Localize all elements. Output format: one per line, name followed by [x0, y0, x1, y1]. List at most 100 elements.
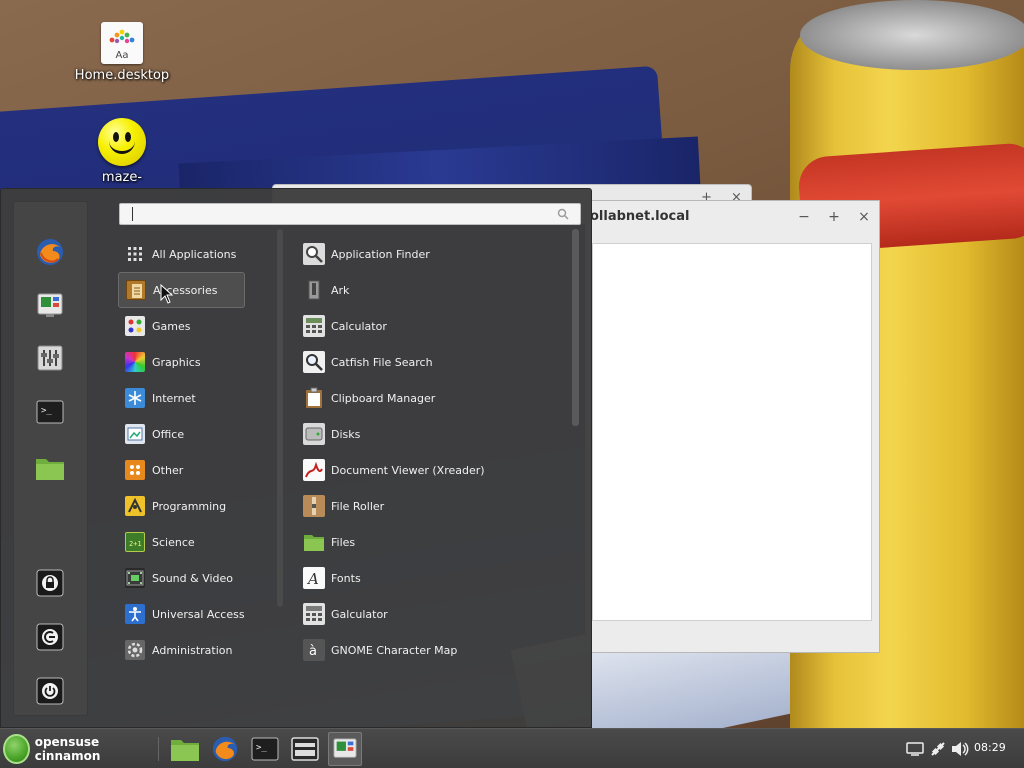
ark-icon: [303, 279, 325, 301]
window-titlebar[interactable]: ollabnet.local − + ×: [586, 201, 879, 233]
lock-screen-button[interactable]: [32, 565, 68, 601]
tray-display[interactable]: [904, 737, 926, 761]
app-character-map[interactable]: à GNOME Character Map: [297, 632, 567, 668]
category-internet[interactable]: Internet: [118, 380, 245, 416]
app-label: Document Viewer (Xreader): [331, 463, 485, 477]
other-icon: [125, 460, 145, 480]
category-universal-access[interactable]: Universal Access: [118, 596, 245, 632]
app-application-finder[interactable]: Application Finder: [297, 236, 567, 272]
category-programming[interactable]: Programming: [118, 488, 245, 524]
category-label: Universal Access: [152, 607, 245, 621]
favorite-files[interactable]: [32, 450, 68, 486]
universal-access-icon: [125, 604, 145, 624]
clipboard-icon: [303, 387, 325, 409]
text-caret: [132, 207, 133, 221]
category-label: Internet: [152, 391, 196, 405]
category-games[interactable]: Games: [118, 308, 245, 344]
shutdown-button[interactable]: [32, 673, 68, 709]
category-label: Administration: [152, 643, 233, 657]
svg-text:A: A: [306, 570, 319, 588]
app-disks[interactable]: Disks: [297, 416, 567, 452]
app-label: File Roller: [331, 499, 385, 513]
app-clipboard-manager[interactable]: Clipboard Manager: [297, 380, 567, 416]
clock[interactable]: 08:29: [974, 741, 1006, 754]
close-button[interactable]: ×: [854, 207, 874, 227]
menu-button[interactable]: opensuse cinnamon: [0, 731, 152, 767]
launcher-files[interactable]: [168, 732, 202, 766]
maximize-button[interactable]: +: [824, 207, 844, 227]
terminal-icon: >_: [251, 737, 279, 761]
app-file-roller[interactable]: File Roller: [297, 488, 567, 524]
opensuse-logo-icon: [3, 734, 30, 764]
launcher-firefox[interactable]: [208, 732, 242, 766]
tray-volume[interactable]: [949, 737, 971, 761]
menu-button-label: opensuse cinnamon: [34, 735, 101, 763]
app-label: Ark: [331, 283, 350, 297]
category-administration[interactable]: Administration: [118, 632, 245, 668]
tray-network[interactable]: [927, 737, 949, 761]
host-window[interactable]: ollabnet.local − + ×: [585, 200, 880, 653]
system-monitor-icon: [333, 738, 357, 758]
bottom-panel: opensuse cinnamon >_ 08:29: [0, 728, 1024, 768]
app-ark[interactable]: Ark: [297, 272, 567, 308]
disks-icon: [303, 423, 325, 445]
catfish-icon: [303, 351, 325, 373]
category-accessories[interactable]: Accessories: [118, 272, 245, 308]
favorite-system-monitor[interactable]: [32, 287, 68, 323]
minimize-button[interactable]: −: [794, 207, 814, 227]
firefox-icon: [37, 239, 63, 265]
firefox-icon: [212, 736, 238, 762]
app-galculator[interactable]: Galculator: [297, 596, 567, 632]
fonts-icon: A: [303, 567, 325, 589]
launcher-window-switcher[interactable]: [288, 732, 322, 766]
favorite-terminal[interactable]: >_: [32, 394, 68, 430]
app-calculator[interactable]: Calculator: [297, 308, 567, 344]
network-icon: [931, 742, 945, 756]
category-sound-video[interactable]: Sound & Video: [118, 560, 245, 596]
logout-button[interactable]: [32, 619, 68, 655]
favorites-sidebar: >_: [13, 201, 88, 716]
system-monitor-icon: [37, 293, 63, 317]
app-fonts[interactable]: A Fonts: [297, 560, 567, 596]
folder-icon: [36, 459, 64, 480]
application-scrollbar[interactable]: [572, 229, 579, 426]
app-document-viewer[interactable]: Document Viewer (Xreader): [297, 452, 567, 488]
accessories-icon: [126, 280, 146, 300]
category-label: Games: [152, 319, 191, 333]
desktop-file-icon: Aa: [101, 22, 143, 64]
terminal-icon: >_: [36, 400, 64, 424]
desktop-icon-label: Home.desktop: [74, 68, 170, 83]
logout-icon: [36, 623, 64, 651]
panel-separator: [158, 737, 159, 761]
programming-icon: [125, 496, 145, 516]
app-catfish[interactable]: Catfish File Search: [297, 344, 567, 380]
app-finder-icon: [303, 243, 325, 265]
graphics-icon: [125, 352, 145, 372]
category-other[interactable]: Other: [118, 452, 245, 488]
search-input[interactable]: [119, 203, 581, 225]
desktop-icon-home[interactable]: Aa Home.desktop: [67, 22, 177, 83]
category-graphics[interactable]: Graphics: [118, 344, 245, 380]
category-label: Programming: [152, 499, 227, 513]
app-label: Calculator: [331, 319, 387, 333]
category-office[interactable]: Office: [118, 416, 245, 452]
internet-icon: [125, 388, 145, 408]
app-label: Files: [331, 535, 356, 549]
app-label: GNOME Character Map: [331, 643, 458, 657]
category-label: Science: [152, 535, 195, 549]
settings-icon: [37, 345, 63, 371]
window-content: [592, 243, 872, 621]
category-all-applications[interactable]: All Applications: [118, 236, 245, 272]
category-scrollbar[interactable]: [277, 229, 283, 607]
launcher-system-monitor[interactable]: [328, 732, 362, 766]
category-label: Other: [152, 463, 184, 477]
launcher-terminal[interactable]: >_: [248, 732, 282, 766]
games-icon: [125, 316, 145, 336]
favorite-firefox[interactable]: [32, 234, 68, 270]
app-label: Galculator: [331, 607, 388, 621]
category-science[interactable]: 2+1 Science: [118, 524, 245, 560]
favorite-settings[interactable]: [32, 340, 68, 376]
app-files[interactable]: Files: [297, 524, 567, 560]
desktop-icon-maze[interactable]: maze-: [67, 118, 177, 185]
power-icon: [36, 677, 64, 705]
